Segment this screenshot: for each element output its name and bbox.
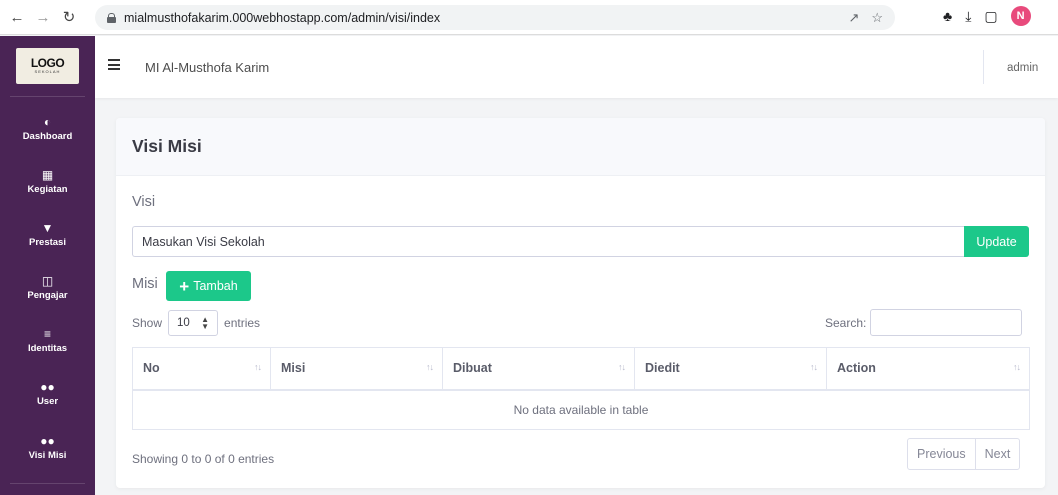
sidebar-item-kegiatan[interactable]: ▦ Kegiatan xyxy=(0,168,95,208)
column-header-diedit[interactable]: Diedit ↑↓ xyxy=(634,347,827,391)
update-button[interactable]: Update xyxy=(964,226,1029,257)
next-button[interactable]: Next xyxy=(974,439,1020,469)
sort-icon: ↑↓ xyxy=(426,362,434,372)
sidebar-item-pengajar[interactable]: ◫ Pengajar xyxy=(0,274,95,314)
visi-input[interactable]: Masukan Visi Sekolah xyxy=(132,226,965,257)
url-text: mialmusthofakarim.000webhostapp.com/admi… xyxy=(124,10,441,25)
visi-label: Visi xyxy=(132,194,156,210)
sidebar-divider xyxy=(10,96,85,97)
table-row: No data available in table xyxy=(132,389,1030,430)
users-icon: ●● xyxy=(40,434,55,448)
lock-icon xyxy=(107,12,116,23)
sort-updown-icon: ▲ ▼ xyxy=(201,315,210,331)
menu-toggle-icon[interactable] xyxy=(108,59,120,70)
navbar-divider xyxy=(983,50,984,84)
address-bar[interactable]: mialmusthofakarim.000webhostapp.com/admi… xyxy=(95,5,895,30)
users-icon: ●● xyxy=(40,380,55,394)
tambah-label: Tambah xyxy=(193,279,238,293)
bookmark-star-icon[interactable]: ☆ xyxy=(871,10,883,26)
entries-length-select[interactable]: 10 ▲ ▼ xyxy=(168,310,219,336)
extensions-puzzle-icon[interactable]: ♣ xyxy=(943,8,952,24)
top-navbar: MI Al-Musthofa Karim admin xyxy=(95,36,1058,98)
table-header-row: No ↑↓ Misi ↑↓ Dibuat ↑↓ Diedit ↑↓ Action ↑↓ xyxy=(132,347,1030,391)
sort-icon: ↑↓ xyxy=(1013,362,1021,372)
side-panel-icon[interactable]: ▢ xyxy=(984,8,997,25)
sidebar-item-identitas[interactable]: ≡ Identitas xyxy=(0,327,95,367)
tachometer-icon: ◐ xyxy=(43,115,52,129)
user-menu[interactable]: admin xyxy=(1007,62,1038,74)
trophy-icon: ▼ xyxy=(41,221,54,235)
reload-icon[interactable]: ↻ xyxy=(58,6,80,28)
empty-table-message: No data available in table xyxy=(132,389,1030,430)
tambah-button[interactable]: + Tambah xyxy=(166,271,251,301)
column-header-misi[interactable]: Misi ↑↓ xyxy=(270,347,443,391)
table-info: Showing 0 to 0 of 0 entries xyxy=(132,452,275,466)
misi-label: Misi xyxy=(132,276,158,292)
sort-icon: ↑↓ xyxy=(254,362,262,372)
previous-button[interactable]: Previous xyxy=(908,439,975,469)
profile-avatar[interactable]: N xyxy=(1010,6,1031,26)
school-logo[interactable]: LOGO SEKOLAH xyxy=(16,48,79,84)
download-icon[interactable]: ⤓ xyxy=(965,8,971,25)
column-header-action[interactable]: Action ↑↓ xyxy=(826,347,1030,391)
plus-icon: + xyxy=(179,276,190,296)
column-header-no[interactable]: No ↑↓ xyxy=(132,347,271,391)
column-header-dibuat[interactable]: Dibuat ↑↓ xyxy=(442,347,635,391)
sidebar: LOGO SEKOLAH ◐ Dashboard ▦ Kegiatan ▼ Pr… xyxy=(0,36,95,495)
site-title: MI Al-Musthofa Karim xyxy=(145,60,270,75)
browser-toolbar: ← → ↻ mialmusthofakarim.000webhostapp.co… xyxy=(0,0,1058,35)
sort-icon: ↑↓ xyxy=(618,362,626,372)
page-title: Visi Misi xyxy=(132,136,202,156)
share-icon[interactable]: ↗ xyxy=(848,10,859,26)
show-label: Show xyxy=(132,316,163,330)
forward-icon[interactable]: → xyxy=(32,6,54,28)
table-search: Search: xyxy=(825,309,1023,336)
entries-length-control: Show 10 ▲ ▼ entries xyxy=(132,310,260,336)
back-icon[interactable]: ← xyxy=(6,6,28,28)
sliders-icon: ≡ xyxy=(43,327,51,341)
search-label: Search: xyxy=(825,315,867,330)
card-header: Visi Misi xyxy=(116,118,1045,176)
sidebar-divider xyxy=(10,483,85,484)
pagination: Previous Next xyxy=(907,438,1021,470)
sidebar-item-visi-misi[interactable]: ●● Visi Misi xyxy=(0,434,95,474)
search-input[interactable] xyxy=(870,309,1023,336)
sort-icon: ↑↓ xyxy=(810,362,818,372)
calendar-icon: ▦ xyxy=(41,168,54,182)
sidebar-item-user[interactable]: ●● User xyxy=(0,380,95,420)
misi-table: No ↑↓ Misi ↑↓ Dibuat ↑↓ Diedit ↑↓ Action ↑↓ N… xyxy=(132,347,1030,430)
chalkboard-teacher-icon: ◫ xyxy=(41,274,54,288)
sidebar-item-prestasi[interactable]: ▼ Prestasi xyxy=(0,221,95,261)
sidebar-item-dashboard[interactable]: ◐ Dashboard xyxy=(0,115,95,155)
entries-label: entries xyxy=(224,316,261,330)
visi-misi-card: Visi Misi Visi Masukan Visi Sekolah Upda… xyxy=(116,118,1045,488)
